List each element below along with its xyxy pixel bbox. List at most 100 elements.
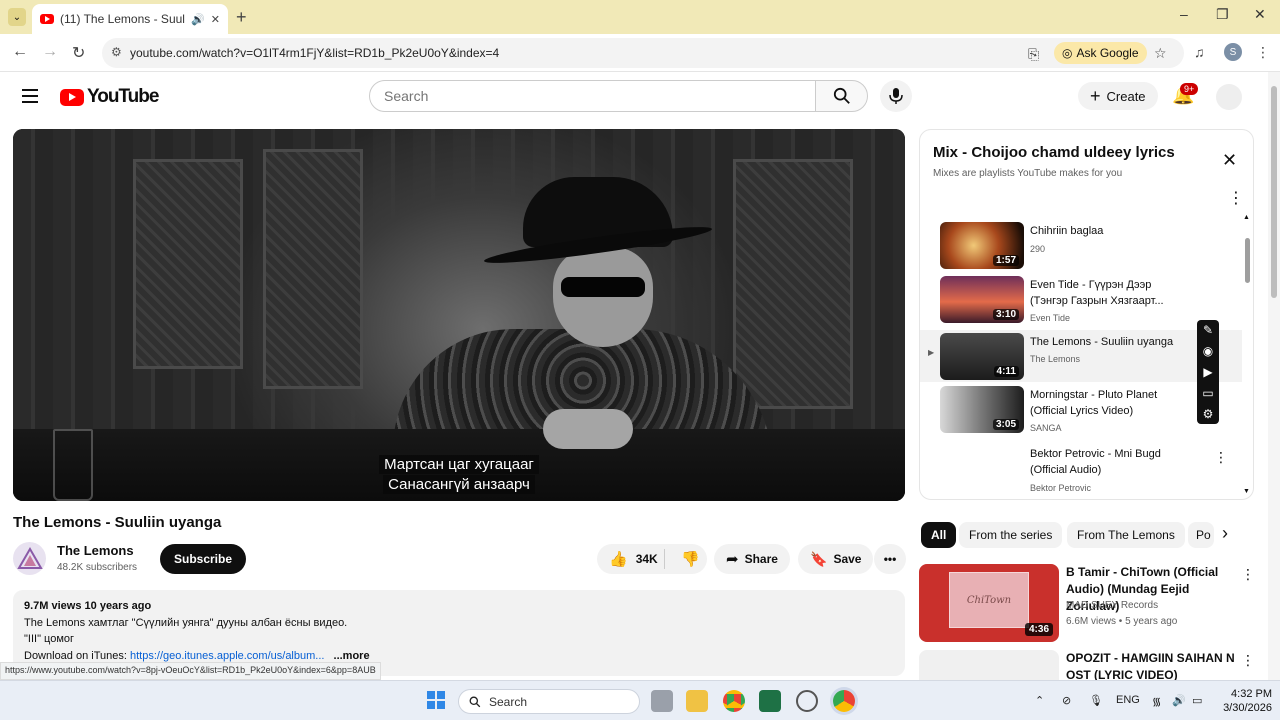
account-avatar[interactable] [1216,84,1242,110]
playlist-item[interactable]: 3:10 Even Tide - Гүүрэн Дээр (Тэнгэр Газ… [920,276,1242,330]
duration-badge: 1:57 [992,255,1019,266]
reload-icon[interactable]: ↻ [72,43,85,63]
subscribe-button[interactable]: Subscribe [160,544,247,574]
url-text[interactable]: youtube.com/watch?v=O1lT4rm1FjY&list=RD1… [130,46,499,60]
browser-tab[interactable]: (11) The Lemons - Suuliin u 🔊 ✕ [32,4,228,34]
search-button[interactable] [815,80,868,112]
scroll-down-icon[interactable]: ▼ [1243,488,1250,495]
itunes-link[interactable]: https://geo.itunes.apple.com/us/album... [130,650,324,662]
chrome-icon[interactable] [723,690,745,712]
omnibox[interactable]: ⚙ youtube.com/watch?v=O1lT4rm1FjY&list=R… [102,38,1184,68]
ask-google-button[interactable]: ◎ Ask Google [1054,42,1147,64]
playlist-item-title: Morningstar - Pluto Planet (Official Lyr… [1030,389,1158,417]
playlist-title[interactable]: Mix - Choijoo chamd uldeey lyrics [933,144,1175,161]
windows-start-icon[interactable] [427,691,445,709]
language-indicator[interactable]: ENG [1116,694,1140,706]
create-label: Create [1106,88,1146,104]
share-arrow-icon: ➦ [726,551,739,568]
taskbar-search[interactable]: Search [458,689,640,714]
camera-icon[interactable]: ◉ [1203,344,1213,358]
duration-badge: 3:10 [992,309,1019,320]
channel-name[interactable]: The Lemons [57,543,134,558]
playlist-item-artist: 290 [1030,244,1046,254]
playlist-item-current[interactable]: ▶ 4:11 The Lemons - Suuliin uyanga The L… [920,330,1242,382]
item-more-vertical-icon[interactable]: ⋮ [1241,566,1255,583]
share-button[interactable]: ➦ Share [714,544,790,574]
video-thumbnail: 3:05 [940,386,1024,433]
browser-menu-icon[interactable]: ⋮ [1256,44,1270,61]
settings-gear-icon[interactable]: ⚙ [1203,407,1214,421]
page-scrollbar-thumb[interactable] [1271,86,1277,298]
playlist-item[interactable]: Bektor Petrovic - Mni Bugd (Official Aud… [920,445,1242,499]
battery-icon[interactable]: ▭ [1192,694,1202,707]
scrollbar-thumb[interactable] [1245,238,1250,283]
youtube-logo[interactable]: YouTube [60,86,159,108]
app-icon[interactable] [796,690,818,712]
video-camera-icon[interactable]: ▶ [1203,365,1212,379]
chip-from-the-series[interactable]: From the series [959,522,1063,548]
file-explorer-icon[interactable] [686,690,708,712]
like-dislike-group: 👍 34K 👎 [597,544,707,574]
youtube-wordmark: YouTube [87,86,159,107]
minimize-icon[interactable]: – [1180,6,1188,22]
microphone-icon[interactable]: 🎙 [1089,694,1103,707]
maximize-icon[interactable]: ❐ [1216,6,1229,23]
recommendation-item[interactable]: OPOZIT - HAMGIIN SAIHAN N OST (LYRIC VID… [919,650,1259,680]
search-input[interactable] [369,80,816,112]
install-app-icon[interactable]: ⎘ [1028,46,1039,63]
media-control-icon[interactable]: ♫ [1194,44,1205,60]
duration-badge: 3:05 [992,419,1019,430]
excel-icon[interactable] [759,690,781,712]
pen-icon[interactable]: ✎ [1203,323,1213,337]
voice-search-button[interactable] [880,80,912,112]
chip-from-the-lemons[interactable]: From The Lemons [1067,522,1185,548]
like-button[interactable]: 👍 34K [597,549,665,569]
duration-badge: 4:36 [1024,623,1053,636]
video-player[interactable]: Мартсан цаг хугацааг Санасангүй анзаарч [13,129,905,501]
site-info-icon[interactable]: ⚙ [111,45,122,59]
task-view-icon[interactable] [651,690,673,712]
chip-po[interactable]: Po [1188,522,1214,548]
forward-icon[interactable]: → [42,43,58,61]
lens-icon: ◎ [1062,46,1073,60]
bookmark-star-icon[interactable]: ☆ [1154,45,1167,62]
audio-playing-icon[interactable]: 🔊 [191,13,205,26]
triangle-logo-icon [16,546,43,569]
close-icon[interactable]: ✕ [1222,150,1237,171]
playlist-item-title: Bektor Petrovic - Mni Bugd (Official Aud… [1030,448,1161,476]
window-icon[interactable]: ▭ [1202,386,1213,400]
new-tab-button[interactable]: + [236,7,247,28]
chip-all[interactable]: All [921,522,957,548]
page-scrollbar[interactable] [1268,72,1280,680]
profile-avatar[interactable]: S [1224,43,1242,61]
search-icon [833,87,850,104]
tab-close-icon[interactable]: ✕ [211,13,220,26]
create-button[interactable]: + Create [1078,82,1158,110]
item-more-vertical-icon[interactable]: ⋮ [1214,449,1228,466]
save-button[interactable]: 🔖 Save [798,544,874,574]
tray-chevron-icon[interactable]: ⌃ [1035,694,1044,707]
show-more-link[interactable]: ...more [334,650,370,662]
wifi-icon[interactable]: ᯾ [1152,694,1161,709]
dislike-button[interactable]: 👎 [671,550,700,568]
scroll-up-icon[interactable]: ▲ [1243,214,1250,221]
channel-avatar[interactable] [13,542,46,575]
chrome-active-icon[interactable] [833,690,855,712]
playlist-scrollbar[interactable]: ▲ ▼ [1242,214,1252,496]
playlist-item[interactable]: 3:05 Morningstar - Pluto Planet (Officia… [920,386,1242,440]
tab-search-dropdown-icon[interactable]: ⌄ [8,8,26,26]
window-close-icon[interactable]: ✕ [1254,6,1266,23]
more-actions-button[interactable]: ••• [874,544,906,574]
back-icon[interactable]: ← [12,43,28,61]
share-label: Share [744,552,778,566]
tray-app-icon[interactable]: ⊘ [1062,694,1071,707]
volume-icon[interactable]: 🔊 [1172,694,1186,707]
capture-toolbar: ✎ ◉ ▶ ▭ ⚙ [1197,320,1219,424]
more-vertical-icon[interactable]: ⋮ [1228,188,1244,208]
playlist-item[interactable]: 1:57 Chihriin baglaa 290 [920,222,1242,276]
item-more-vertical-icon[interactable]: ⋮ [1241,652,1255,669]
recommendation-item[interactable]: ChiTown 4:36 B Tamir - ChiTown (Official… [919,564,1259,644]
chevron-right-icon[interactable]: › [1222,523,1228,544]
taskbar-clock[interactable]: 4:32 PM 3/30/2026 [1214,687,1272,715]
menu-icon[interactable] [22,89,38,103]
